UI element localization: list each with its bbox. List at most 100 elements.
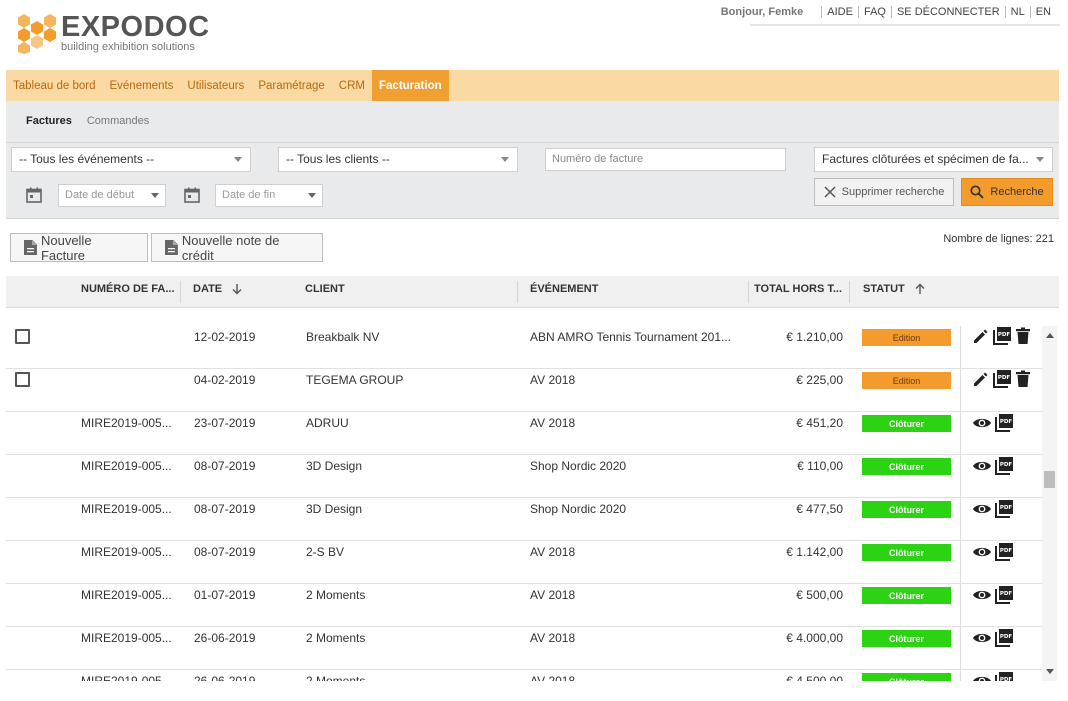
nav-crm[interactable]: CRM bbox=[332, 70, 372, 101]
edit-icon[interactable] bbox=[972, 327, 990, 345]
column-divider bbox=[960, 326, 961, 368]
cell-number: MIRE2019-005... bbox=[81, 674, 172, 681]
clear-search-button[interactable]: Supprimer recherche bbox=[814, 178, 954, 206]
chevron-down-icon bbox=[501, 157, 509, 162]
search-icon bbox=[970, 185, 985, 199]
column-header-client[interactable]: CLIENT bbox=[293, 276, 518, 307]
table-row[interactable]: MIRE2019-005... 08-07-2019 3D Design Sho… bbox=[6, 498, 1042, 541]
svg-text:PDF: PDF bbox=[1000, 548, 1013, 554]
logout-link[interactable]: SE DÉCONNECTER bbox=[890, 6, 1005, 18]
column-header-total[interactable]: TOTAL HORS T... bbox=[749, 276, 850, 307]
row-count: Nombre de lignes: 221 bbox=[943, 233, 1054, 245]
scroll-up-icon[interactable] bbox=[1046, 333, 1054, 338]
invoice-number-input[interactable]: Numéro de facture bbox=[545, 148, 786, 171]
lang-nl-link[interactable]: NL bbox=[1004, 6, 1030, 18]
cell-event: AV 2018 bbox=[530, 545, 576, 559]
pdf-icon[interactable]: PDF bbox=[995, 585, 1014, 604]
sub-nav: Factures Commandes bbox=[26, 115, 149, 127]
column-header-number[interactable]: NUMÉRO DE FA... bbox=[70, 276, 181, 307]
eye-icon[interactable] bbox=[972, 459, 992, 473]
calendar-icon[interactable] bbox=[26, 187, 42, 203]
subnav-orders[interactable]: Commandes bbox=[87, 115, 149, 127]
pdf-icon[interactable]: PDF bbox=[995, 671, 1014, 681]
sort-up-icon bbox=[915, 283, 925, 295]
pdf-icon[interactable]: PDF bbox=[995, 413, 1014, 432]
status-badge: Edition bbox=[862, 372, 951, 389]
faq-link[interactable]: FAQ bbox=[857, 6, 891, 18]
edit-icon[interactable] bbox=[972, 370, 990, 388]
row-checkbox[interactable] bbox=[15, 329, 30, 344]
table-row[interactable]: MIRE2019-005... 26-06-2019 2 Moments AV … bbox=[6, 627, 1042, 670]
new-invoice-label: Nouvelle Facture bbox=[40, 232, 92, 263]
table-row[interactable]: 04-02-2019 TEGEMA GROUP AV 2018 € 225,00… bbox=[6, 369, 1042, 412]
table-scrollbar[interactable] bbox=[1042, 326, 1057, 681]
eye-icon[interactable] bbox=[972, 674, 992, 682]
table-row[interactable]: MIRE2019-005... 01-07-2019 2 Moments AV … bbox=[6, 584, 1042, 627]
row-actions: PDF bbox=[972, 456, 1014, 475]
trash-icon[interactable] bbox=[1015, 370, 1031, 388]
column-header-date[interactable]: DATE bbox=[181, 276, 293, 307]
cell-client: 2 Moments bbox=[306, 631, 366, 645]
start-date-select[interactable]: Date de début bbox=[58, 184, 166, 207]
subnav-invoices[interactable]: Factures bbox=[26, 115, 72, 127]
help-link[interactable]: AIDE bbox=[821, 6, 858, 18]
pdf-icon[interactable]: PDF bbox=[995, 542, 1014, 561]
new-credit-note-label: Nouvelle note de crédit bbox=[181, 232, 280, 263]
logo[interactable]: EXPODOC building exhibition solutions bbox=[14, 10, 209, 58]
cell-number: MIRE2019-005... bbox=[81, 545, 172, 559]
invoice-type-select[interactable]: Factures clôturées et spécimen de fa... bbox=[814, 147, 1053, 172]
table-row[interactable]: MIRE2019-005... 23-07-2019 ADRUU AV 2018… bbox=[6, 412, 1042, 455]
eye-icon[interactable] bbox=[972, 545, 992, 559]
table-row[interactable]: 12-02-2019 Breakbalk NV ABN AMRO Tennis … bbox=[6, 326, 1042, 369]
pdf-icon[interactable]: PDF bbox=[993, 369, 1012, 388]
nav-users[interactable]: Utilisateurs bbox=[180, 70, 251, 101]
cell-total: € 110,00 bbox=[797, 459, 843, 473]
eye-icon[interactable] bbox=[972, 588, 992, 602]
end-date-select[interactable]: Date de fin bbox=[215, 184, 323, 207]
new-invoice-button[interactable]: Nouvelle Facture bbox=[10, 232, 148, 263]
nav-billing[interactable]: Facturation bbox=[372, 70, 449, 101]
cell-number bbox=[81, 327, 177, 347]
chevron-down-icon bbox=[1036, 157, 1044, 162]
trash-icon[interactable] bbox=[1015, 327, 1031, 345]
cell-event: AV 2018 bbox=[530, 588, 576, 602]
svg-text:PDF: PDF bbox=[1000, 419, 1013, 425]
scroll-down-icon[interactable] bbox=[1046, 669, 1054, 674]
new-credit-note-button[interactable]: Nouvelle note de crédit bbox=[151, 232, 323, 263]
clients-select[interactable]: -- Tous les clients -- bbox=[278, 147, 518, 172]
search-button[interactable]: Recherche bbox=[961, 178, 1053, 206]
pdf-icon[interactable]: PDF bbox=[995, 456, 1014, 475]
chevron-down-icon bbox=[151, 193, 159, 198]
column-header-status-label: STATUT bbox=[863, 283, 905, 295]
nav-settings[interactable]: Paramétrage bbox=[251, 70, 331, 101]
status-badge: Clôturer bbox=[862, 458, 951, 475]
eye-icon[interactable] bbox=[972, 502, 992, 516]
column-header-date-label: DATE bbox=[193, 283, 223, 295]
column-divider bbox=[960, 412, 961, 454]
lang-en-link[interactable]: EN bbox=[1029, 6, 1056, 18]
pdf-icon[interactable]: PDF bbox=[993, 326, 1012, 345]
pdf-icon[interactable]: PDF bbox=[995, 628, 1014, 647]
cell-client: TEGEMA GROUP bbox=[306, 373, 404, 387]
row-checkbox[interactable] bbox=[15, 372, 30, 387]
end-date-placeholder: Date de fin bbox=[222, 189, 276, 201]
calendar-icon[interactable] bbox=[184, 187, 200, 203]
scroll-thumb[interactable] bbox=[1044, 471, 1055, 488]
page: EXPODOC building exhibition solutions Bo… bbox=[0, 0, 1068, 701]
nav-events[interactable]: Evénements bbox=[102, 70, 180, 101]
eye-icon[interactable] bbox=[972, 631, 992, 645]
row-actions: PDF bbox=[972, 499, 1014, 518]
events-select[interactable]: -- Tous les événements -- bbox=[11, 147, 251, 172]
column-divider bbox=[960, 455, 961, 497]
column-header-event[interactable]: ÉVÉNEMENT bbox=[518, 276, 749, 307]
cell-date: 26-06-2019 bbox=[194, 674, 256, 681]
pdf-icon[interactable]: PDF bbox=[995, 499, 1014, 518]
eye-icon[interactable] bbox=[972, 416, 992, 430]
table-row[interactable]: MIRE2019-005... 08-07-2019 3D Design Sho… bbox=[6, 455, 1042, 498]
table-row[interactable]: MIRE2019-005... 26-06-2019 2 Moments AV … bbox=[6, 670, 1042, 681]
svg-text:PDF: PDF bbox=[998, 375, 1011, 381]
status-badge: Clôturer bbox=[862, 673, 951, 681]
column-header-status[interactable]: STATUT bbox=[850, 276, 960, 307]
table-row[interactable]: MIRE2019-005... 08-07-2019 2-S BV AV 201… bbox=[6, 541, 1042, 584]
nav-dashboard[interactable]: Tableau de bord bbox=[6, 70, 102, 101]
